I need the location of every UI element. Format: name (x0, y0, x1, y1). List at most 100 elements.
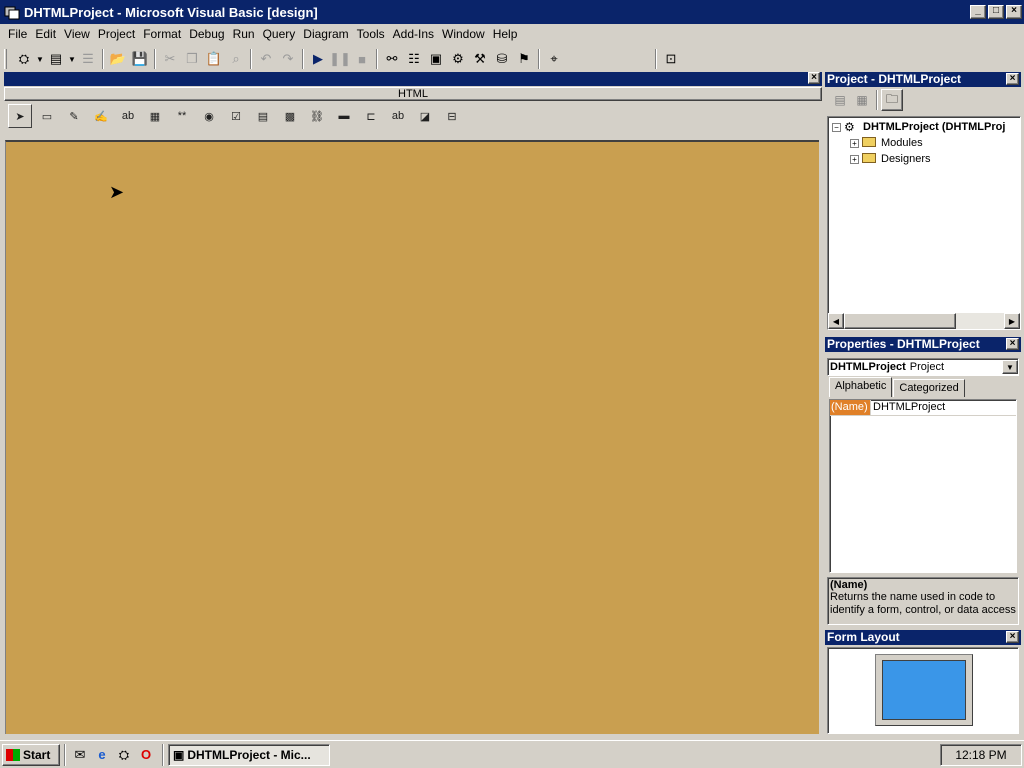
view-code-icon[interactable]: ▤ (829, 89, 851, 111)
image-tool-icon[interactable]: ▩ (278, 104, 302, 128)
minimize-button[interactable]: _ (970, 5, 986, 19)
menu-editor-icon[interactable]: ☰ (77, 48, 99, 70)
clock[interactable]: 12:18 PM (955, 748, 1006, 762)
designer-caption[interactable]: × (4, 72, 822, 86)
form-layout-close-button[interactable]: × (1006, 631, 1019, 643)
menu-run[interactable]: Run (229, 27, 259, 41)
menu-help[interactable]: Help (489, 27, 522, 41)
menu-format[interactable]: Format (139, 27, 185, 41)
close-button[interactable]: × (1006, 5, 1022, 19)
cut-icon[interactable]: ✂ (159, 48, 181, 70)
toolbox-icon[interactable]: ⚒ (469, 48, 491, 70)
add-form-dropdown-icon[interactable]: ▼ (67, 55, 77, 64)
view-object-icon[interactable]: ▦ (851, 89, 873, 111)
chevron-down-icon[interactable]: ▼ (1002, 360, 1018, 374)
break-icon[interactable]: ❚❚ (329, 48, 351, 70)
form-layout-caption[interactable]: Form Layout × (825, 630, 1021, 645)
designer-close-button[interactable]: × (808, 72, 820, 84)
object-selector[interactable]: DHTMLProject Project ▼ (827, 358, 1019, 376)
copy-icon[interactable]: ❐ (181, 48, 203, 70)
find-icon[interactable]: ⌕ (225, 48, 247, 70)
option-tool-icon[interactable]: ◉ (197, 104, 221, 128)
menu-project[interactable]: Project (94, 27, 139, 41)
add-project-dropdown-icon[interactable]: ▼ (35, 55, 45, 64)
size-icon[interactable]: ⊡ (660, 48, 682, 70)
properties-panel-caption[interactable]: Properties - DHTMLProject × (825, 337, 1021, 352)
project-explorer-icon[interactable]: ⚯ (381, 48, 403, 70)
tab-categorized[interactable]: Categorized (893, 379, 965, 397)
tree-node-project[interactable]: − ⚙ DHTMLProject (DHTMLProj (828, 119, 1020, 135)
title-bar[interactable]: DHTMLProject - Microsoft Visual Basic [d… (0, 0, 1024, 24)
reset-button-tool-icon[interactable]: ✍ (89, 104, 113, 128)
internet-explorer-icon[interactable]: e (92, 745, 112, 765)
monitor-screen[interactable] (882, 660, 966, 720)
project-panel-close-button[interactable]: × (1006, 73, 1019, 85)
expand-icon[interactable]: + (850, 154, 859, 164)
button-tool-icon[interactable]: ▭ (35, 104, 59, 128)
redo-icon[interactable]: ↷ (277, 48, 299, 70)
menu-file[interactable]: File (4, 27, 31, 41)
expand-icon[interactable]: + (850, 138, 859, 148)
collapse-icon[interactable]: − (832, 122, 841, 132)
end-icon[interactable]: ■ (351, 48, 373, 70)
design-canvas[interactable]: ➤ (5, 140, 819, 734)
input-image-tool-icon[interactable]: ◪ (413, 104, 437, 128)
menu-diagram[interactable]: Diagram (299, 27, 352, 41)
html-tab[interactable]: HTML (4, 87, 822, 101)
add-project-icon[interactable]: ⛭ (13, 48, 35, 70)
hidden-field-tool-icon[interactable]: ab (386, 104, 410, 128)
add-form-icon[interactable]: ▤ (45, 48, 67, 70)
vb-app-icon[interactable] (4, 4, 20, 20)
menu-edit[interactable]: Edit (31, 27, 60, 41)
menu-window[interactable]: Window (438, 27, 489, 41)
pointer-tool-icon[interactable]: ➤ (8, 104, 32, 128)
tree-node-designers[interactable]: + Designers (828, 151, 1020, 167)
tab-alphabetic[interactable]: Alphabetic (829, 377, 893, 397)
save-project-icon[interactable]: 💾 (129, 48, 151, 70)
property-value[interactable]: DHTMLProject (870, 400, 1016, 415)
project-panel-caption[interactable]: Project - DHTMLProject × (825, 72, 1021, 87)
data-view-icon[interactable]: ⛁ (491, 48, 513, 70)
start-icon[interactable]: ▶ (307, 48, 329, 70)
scroll-left-icon[interactable]: ◀ (828, 313, 844, 329)
opera-icon[interactable]: O (136, 745, 156, 765)
menu-tools[interactable]: Tools (353, 27, 389, 41)
component-manager-icon[interactable]: ⚑ (513, 48, 535, 70)
position-icon[interactable]: ⌖ (543, 48, 565, 70)
tree-node-modules[interactable]: + Modules (828, 135, 1020, 151)
properties-panel-close-button[interactable]: × (1006, 338, 1019, 350)
property-row[interactable]: (Name) DHTMLProject (830, 400, 1016, 416)
menu-add-ins[interactable]: Add-Ins (389, 27, 438, 41)
form-layout-icon[interactable]: ▣ (425, 48, 447, 70)
undo-icon[interactable]: ↶ (255, 48, 277, 70)
select-tool-icon[interactable]: ▤ (251, 104, 275, 128)
horizontal-rule-tool-icon[interactable]: ▬ (332, 104, 356, 128)
textfield-tool-icon[interactable]: ab (116, 104, 140, 128)
scroll-thumb[interactable] (844, 313, 956, 329)
network-icon[interactable]: ⛭ (114, 745, 134, 765)
start-button[interactable]: Start (2, 743, 60, 766)
menu-query[interactable]: Query (259, 27, 300, 41)
file-upload-tool-icon[interactable]: ⊏ (359, 104, 383, 128)
menu-view[interactable]: View (60, 27, 94, 41)
horizontal-scrollbar[interactable]: ◀ ▶ (828, 313, 1020, 329)
properties-window-icon[interactable]: ☷ (403, 48, 425, 70)
object-browser-icon[interactable]: ⚙ (447, 48, 469, 70)
password-field-tool-icon[interactable]: ** (170, 104, 194, 128)
submit-button-tool-icon[interactable]: ✎ (62, 104, 86, 128)
description-title: (Name) (830, 579, 868, 591)
taskbar-item-vb[interactable]: ▣ DHTMLProject - Mic... (168, 743, 330, 766)
scroll-right-icon[interactable]: ▶ (1004, 313, 1020, 329)
maximize-button[interactable]: □ (988, 5, 1004, 19)
property-name[interactable]: (Name) (830, 400, 870, 415)
toggle-folders-icon[interactable]: 🗀 (881, 89, 903, 111)
open-project-icon[interactable]: 📂 (107, 48, 129, 70)
paste-icon[interactable]: 📋 (203, 48, 225, 70)
toolbar-grip[interactable] (4, 49, 7, 69)
outlook-express-icon[interactable]: ✉ (70, 745, 90, 765)
hyperlink-tool-icon[interactable]: ⛓ (305, 104, 329, 128)
menu-debug[interactable]: Debug (185, 27, 228, 41)
list-tool-icon[interactable]: ⊟ (440, 104, 464, 128)
textarea-tool-icon[interactable]: ▦ (143, 104, 167, 128)
checkbox-tool-icon[interactable]: ☑ (224, 104, 248, 128)
